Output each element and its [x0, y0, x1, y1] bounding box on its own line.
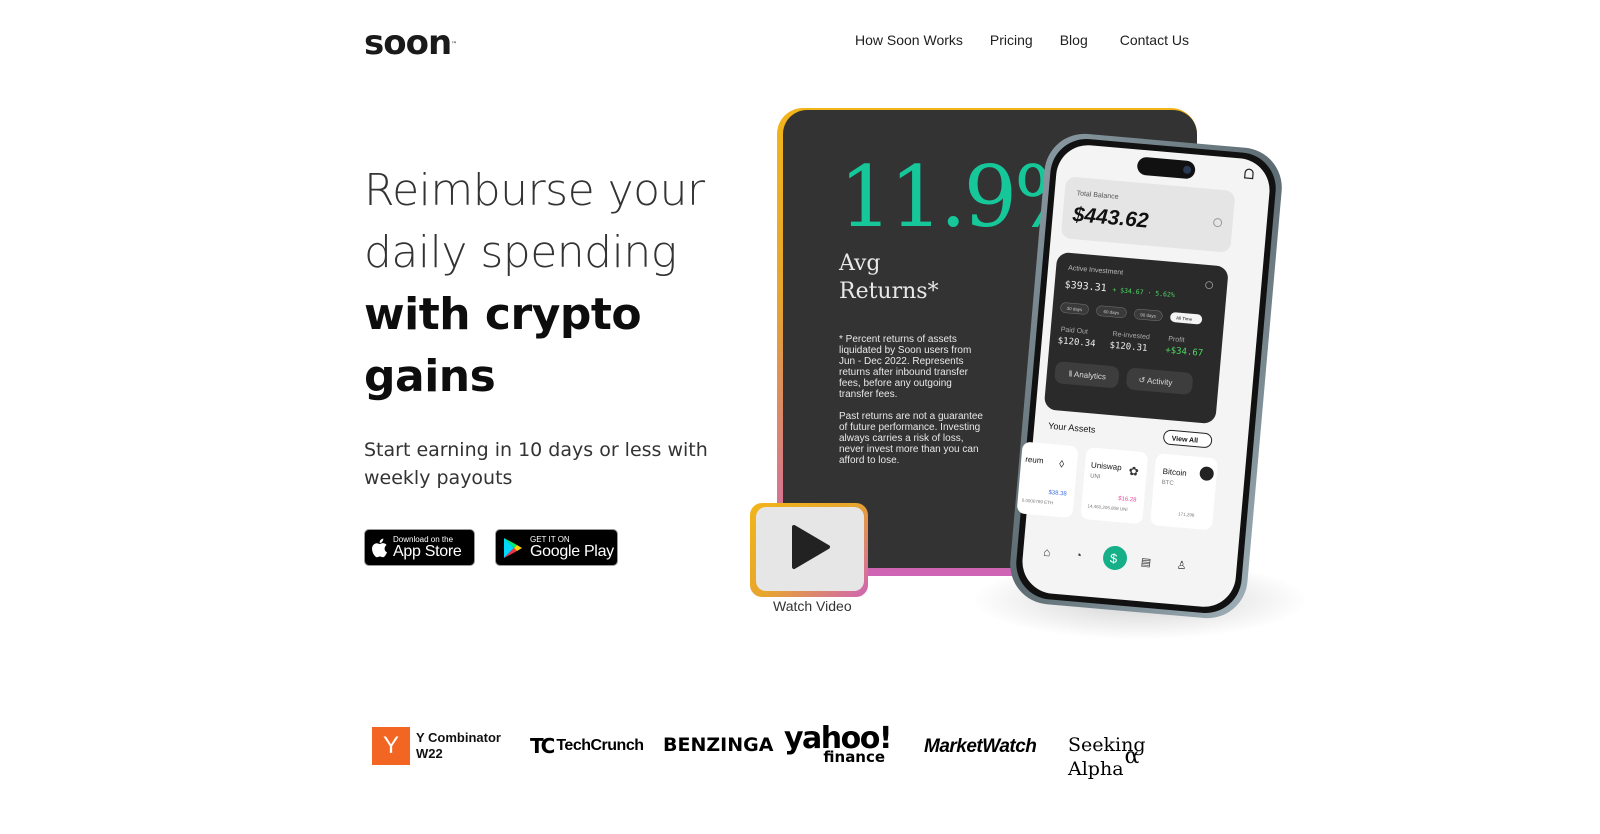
returns-disclaimer: * Percent returns of assets liquidated b…: [839, 334, 984, 466]
google-play-big: Google Play: [530, 542, 614, 560]
google-play-text: GET IT ON Google Play: [530, 535, 614, 560]
app-store-button[interactable]: Download on the App Store: [364, 529, 475, 566]
app-store-text: Download on the App Store: [393, 535, 462, 560]
yc-line1: Y Combinator: [416, 730, 501, 745]
disclaimer-1: * Percent returns of assets liquidated b…: [839, 334, 972, 400]
watch-video-button[interactable]: [750, 503, 868, 597]
apple-icon: [365, 538, 393, 558]
watch-video-label[interactable]: Watch Video: [773, 598, 852, 614]
techcrunch-logo: TC TechCrunch: [530, 734, 644, 758]
avg-returns-label: Avg Returns*: [839, 251, 939, 304]
hero-title-line2: daily spending: [364, 227, 677, 278]
svg-text:◔: ◔: [1075, 550, 1083, 563]
techcrunch-mark: TC: [530, 734, 555, 758]
main-nav: How Soon Works Pricing Blog Contact Us: [855, 32, 1189, 48]
soon-logo[interactable]: soon™: [364, 23, 457, 63]
trademark-mark: ™: [451, 41, 457, 48]
hero-title-line3: with crypto: [364, 289, 642, 340]
hero-subtitle: Start earning in 10 days or less with we…: [364, 439, 708, 489]
disclaimer-2: Past returns are not a guarantee of futu…: [839, 411, 983, 466]
y-combinator-text: Y Combinator W22: [416, 730, 501, 762]
svg-text:Profit: Profit: [1168, 336, 1185, 344]
nav-pricing[interactable]: Pricing: [990, 32, 1033, 48]
alpha-symbol: α: [1124, 744, 1140, 769]
play-icon: [788, 523, 832, 576]
yc-line2: W22: [416, 746, 443, 761]
hero-title-line1: Reimburse your: [364, 165, 705, 216]
phone-mockup: Total Balance $443.62 Active Investment …: [1005, 132, 1287, 620]
y-combinator-logo: Y: [372, 727, 410, 765]
logo-text: soon: [364, 23, 452, 63]
hero-title: Reimburse your daily spending with crypt…: [364, 160, 744, 408]
svg-text:✿: ✿: [1128, 464, 1139, 479]
yahoo-finance-logo: yahoo! finance: [784, 724, 893, 765]
nav-how-soon-works[interactable]: How Soon Works: [855, 32, 963, 48]
svg-text:BTC: BTC: [1161, 480, 1174, 487]
seeking-alpha-logo: Seeking Alphaα: [1068, 734, 1212, 781]
svg-text:reum: reum: [1025, 455, 1044, 466]
nav-blog[interactable]: Blog: [1060, 32, 1088, 48]
svg-text:▤: ▤: [1140, 556, 1151, 569]
google-play-icon: [496, 537, 530, 559]
video-button-face: [756, 507, 864, 591]
nav-contact-us[interactable]: Contact Us: [1120, 32, 1189, 48]
press-logos: Y Y Combinator W22 TC TechCrunch BENZING…: [372, 724, 1212, 780]
google-play-button[interactable]: GET IT ON Google Play: [495, 529, 618, 566]
app-store-big: App Store: [393, 542, 462, 560]
benzinga-logo: BENZINGA: [663, 734, 774, 756]
svg-text:⌂: ⌂: [1043, 545, 1051, 560]
techcrunch-wordmark: TechCrunch: [556, 737, 644, 754]
phone-illustration: Total Balance $443.62 Active Investment …: [1010, 133, 1282, 619]
hero-title-line4: gains: [364, 351, 496, 402]
marketwatch-logo: MarketWatch: [924, 736, 1037, 757]
svg-text:UNI: UNI: [1090, 474, 1101, 481]
svg-text:♙: ♙: [1176, 559, 1187, 572]
